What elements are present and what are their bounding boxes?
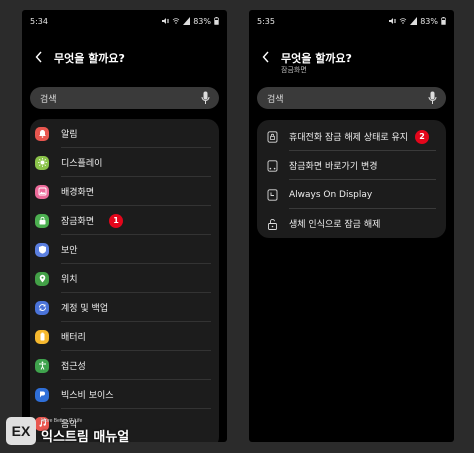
option-label: 잠금화면 바로가기 변경	[289, 162, 378, 172]
option-label: 생체 인식으로 잠금 해제	[289, 220, 381, 230]
settings-item-accessibility[interactable]: 접근성	[30, 351, 219, 380]
signal-icon	[410, 17, 418, 25]
battery-icon	[441, 17, 446, 25]
bell-icon	[35, 126, 49, 141]
settings-item-battery[interactable]: 배터리	[30, 322, 219, 351]
settings-item-notifications[interactable]: 알림	[30, 119, 219, 148]
status-bar: 5:35 83%	[257, 15, 446, 27]
settings-item-lock-screen[interactable]: 잠금화면 1	[30, 206, 219, 235]
header: 무엇을 할까요?	[22, 46, 227, 76]
battery-percent: 83%	[420, 16, 438, 26]
chevron-left-icon	[262, 51, 269, 63]
wifi-icon	[399, 18, 407, 24]
battery-icon	[35, 329, 49, 344]
watermark-name: 익스트림 매뉴얼	[41, 430, 130, 445]
status-time: 5:35	[257, 16, 275, 26]
settings-item-label: 디스플레이	[61, 159, 103, 169]
wifi-icon	[172, 18, 180, 24]
microphone-icon[interactable]	[428, 91, 437, 105]
microphone-icon[interactable]	[201, 91, 210, 105]
lock-screen-options-list: 휴대전화 잠금 해제 상태로 유지 2 잠금화면 바로가기 변경 Always …	[257, 120, 446, 238]
image-icon	[35, 184, 49, 199]
page-subtitle: 잠금화면	[281, 66, 307, 74]
sync-icon	[35, 300, 49, 315]
option-always-on-display[interactable]: Always On Display	[257, 180, 446, 209]
sun-icon	[35, 155, 49, 170]
settings-item-label: 위치	[61, 275, 78, 285]
back-button[interactable]	[259, 50, 273, 64]
option-biometric-unlock[interactable]: 생체 인식으로 잠금 해제	[257, 209, 446, 238]
settings-item-label: 빅스비 보이스	[61, 391, 114, 401]
back-button[interactable]	[32, 50, 46, 64]
step-badge: 2	[415, 129, 429, 144]
lock-phone-icon	[265, 130, 279, 144]
settings-item-label: 배경화면	[61, 188, 95, 198]
watermark-logo: EX	[6, 417, 36, 445]
settings-item-bixby-voice[interactable]: 빅스비 보이스	[30, 380, 219, 409]
status-time: 5:34	[30, 16, 48, 26]
clock-icon	[265, 188, 279, 202]
settings-item-location[interactable]: 위치	[30, 264, 219, 293]
settings-item-wallpaper[interactable]: 배경화면	[30, 177, 219, 206]
accessibility-icon	[35, 358, 49, 373]
watermark: EX More Better IT Life 익스트림 매뉴얼	[6, 415, 151, 447]
phone-screen-left: 5:34 83% 무엇을 할까요? 검색 알림 디스플레이 배경화면 잠금화면 …	[22, 10, 227, 442]
status-bar: 5:34 83%	[30, 15, 219, 27]
bixby-icon	[35, 387, 49, 402]
phone-shortcut-icon	[265, 159, 279, 173]
settings-item-label: 배터리	[61, 333, 86, 343]
battery-percent: 83%	[193, 16, 211, 26]
settings-item-accounts-backup[interactable]: 계정 및 백업	[30, 293, 219, 322]
search-input[interactable]: 검색	[30, 87, 219, 109]
mute-icon	[389, 18, 397, 24]
page-title: 무엇을 할까요?	[281, 52, 352, 65]
battery-icon	[214, 17, 219, 25]
lock-icon	[35, 213, 49, 228]
settings-item-display[interactable]: 디스플레이	[30, 148, 219, 177]
header: 무엇을 할까요? 잠금화면	[249, 46, 454, 76]
search-placeholder: 검색	[40, 95, 57, 105]
shield-icon	[35, 242, 49, 257]
search-placeholder: 검색	[267, 95, 284, 105]
unlock-icon	[265, 217, 279, 231]
settings-list: 알림 디스플레이 배경화면 잠금화면 1 보안 위치 계정 및 백업 배터리 접…	[30, 119, 219, 442]
option-change-shortcuts[interactable]: 잠금화면 바로가기 변경	[257, 151, 446, 180]
option-label: Always On Display	[289, 189, 373, 200]
phone-screen-right: 5:35 83% 무엇을 할까요? 잠금화면 검색 휴대전화 잠금 해제 상태로…	[249, 10, 454, 442]
search-input[interactable]: 검색	[257, 87, 446, 109]
settings-item-label: 알림	[61, 130, 78, 140]
settings-item-label: 계정 및 백업	[61, 304, 109, 314]
page-title: 무엇을 할까요?	[54, 52, 125, 65]
settings-item-label: 잠금화면	[61, 217, 95, 227]
settings-item-security[interactable]: 보안	[30, 235, 219, 264]
location-icon	[35, 271, 49, 286]
settings-item-label: 접근성	[61, 362, 86, 372]
option-label: 휴대전화 잠금 해제 상태로 유지	[289, 133, 409, 143]
chevron-left-icon	[35, 51, 42, 63]
settings-item-label: 보안	[61, 246, 78, 256]
step-badge: 1	[109, 213, 123, 228]
signal-icon	[183, 17, 191, 25]
mute-icon	[162, 18, 170, 24]
option-keep-unlocked[interactable]: 휴대전화 잠금 해제 상태로 유지 2	[257, 122, 446, 151]
watermark-tagline: More Better IT Life	[41, 418, 83, 424]
